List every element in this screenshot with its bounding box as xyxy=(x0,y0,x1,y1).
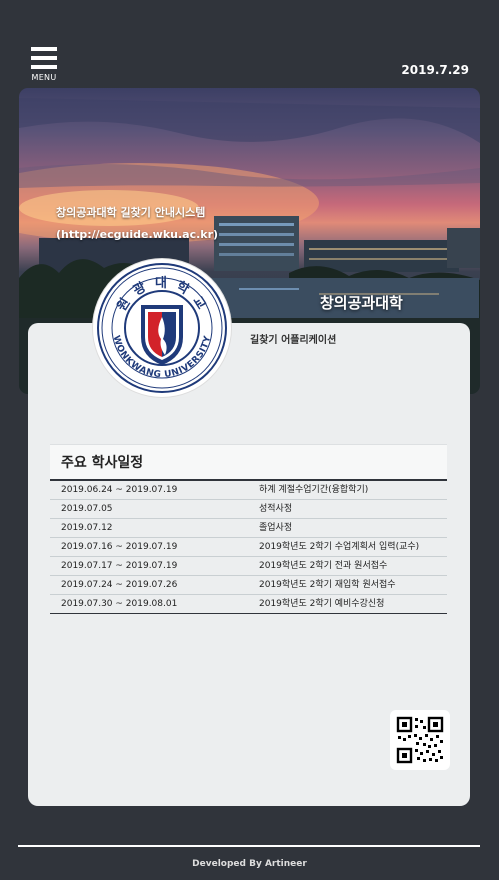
system-title: 창의공과대학 길찾기 안내시스템 xyxy=(56,206,206,219)
schedule-date: 2019.07.17 ~ 2019.07.19 xyxy=(61,561,178,571)
schedule-row: 2019.06.24 ~ 2019.07.19 하계 계절수업기간(융합학기) xyxy=(50,481,447,500)
schedule-event: 하계 계절수업기간(융합학기) xyxy=(259,485,369,495)
system-url[interactable]: (http://ecguide.wku.ac.kr) xyxy=(56,224,218,246)
menu-label: MENU xyxy=(31,73,57,82)
schedule-date: 2019.06.24 ~ 2019.07.19 xyxy=(61,485,178,495)
schedule-event: 2019학년도 2학기 예비수강신청 xyxy=(259,599,385,609)
schedule-date: 2019.07.16 ~ 2019.07.19 xyxy=(61,542,178,552)
menu-button[interactable]: MENU xyxy=(31,47,57,82)
footer-credit: Developed By Artineer xyxy=(192,859,307,869)
schedule-row: 2019.07.16 ~ 2019.07.19 2019학년도 2학기 수업계획… xyxy=(50,538,447,557)
campus-name: 창의공과대학 xyxy=(320,294,403,312)
academic-schedule: 주요 학사일정 2019.06.24 ~ 2019.07.19 하계 계절수업기… xyxy=(50,444,447,614)
schedule-title: 주요 학사일정 xyxy=(50,444,447,481)
schedule-row: 2019.07.17 ~ 2019.07.19 2019학년도 2학기 전과 원… xyxy=(50,557,447,576)
schedule-event: 2019학년도 2학기 재입학 원서접수 xyxy=(259,580,396,590)
schedule-row: 2019.07.05 성적사정 xyxy=(50,500,447,519)
schedule-date: 2019.07.12 xyxy=(61,523,113,533)
university-logo: 원 광 대 학 교 WONKWANG UNIVERSITY xyxy=(93,259,231,397)
schedule-date: 2019.07.24 ~ 2019.07.26 xyxy=(61,580,178,590)
schedule-row: 2019.07.30 ~ 2019.08.01 2019학년도 2학기 예비수강… xyxy=(50,595,447,614)
schedule-event: 2019학년도 2학기 수업계획서 입력(교수) xyxy=(259,542,420,552)
qr-code-icon xyxy=(396,716,444,764)
schedule-date: 2019.07.30 ~ 2019.08.01 xyxy=(61,599,178,609)
hamburger-icon xyxy=(31,47,57,51)
footer-divider xyxy=(18,845,480,847)
schedule-date: 2019.07.05 xyxy=(61,504,113,514)
schedule-event: 성적사정 xyxy=(259,504,293,514)
schedule-row: 2019.07.24 ~ 2019.07.26 2019학년도 2학기 재입학 … xyxy=(50,576,447,595)
schedule-event: 졸업사정 xyxy=(259,523,293,533)
schedule-event: 2019학년도 2학기 전과 원서접수 xyxy=(259,561,388,571)
qr-code[interactable] xyxy=(390,710,450,770)
app-label: 길찾기 어플리케이션 xyxy=(250,335,337,346)
schedule-row: 2019.07.12 졸업사정 xyxy=(50,519,447,538)
current-date: 2019.7.29 xyxy=(401,63,469,77)
